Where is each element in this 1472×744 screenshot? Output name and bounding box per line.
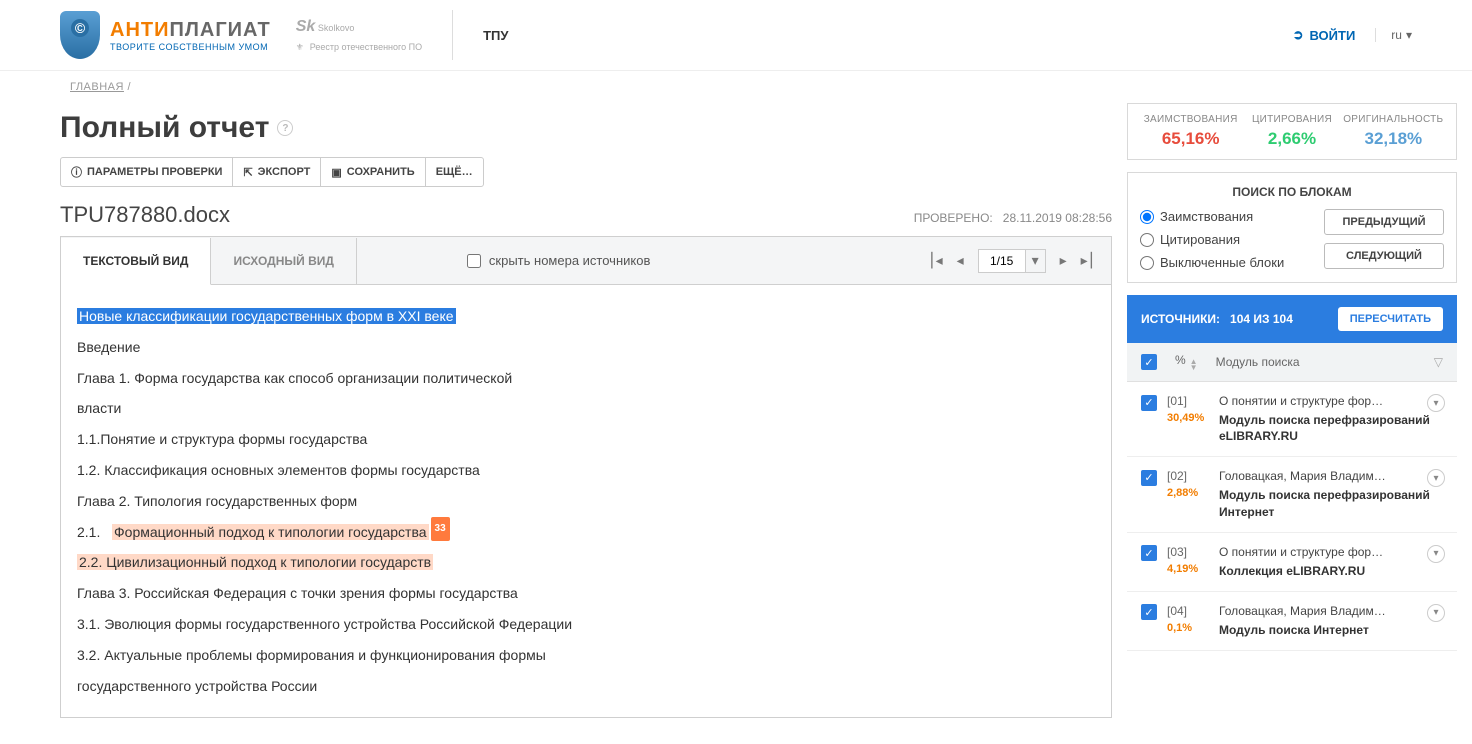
doc-line: Глава 3. Российская Федерация с точки зр… bbox=[77, 578, 1095, 609]
breadcrumb-home[interactable]: ГЛАВНАЯ bbox=[70, 81, 124, 93]
page-dropdown[interactable]: ▾ bbox=[1026, 249, 1046, 273]
check-params-button[interactable]: ⓘПАРАМЕТРЫ ПРОВЕРКИ bbox=[61, 158, 233, 186]
next-page-icon[interactable]: ▸ bbox=[1060, 252, 1067, 269]
breadcrumb: ГЛАВНАЯ / bbox=[0, 71, 1472, 103]
next-block-button[interactable]: СЛЕДУЮЩИЙ bbox=[1324, 243, 1444, 269]
more-button[interactable]: ЕЩЁ… bbox=[426, 158, 483, 186]
sources-header: ИСТОЧНИКИ: 104 ИЗ 104 ПЕРЕСЧИТАТЬ bbox=[1127, 295, 1457, 343]
doc-line: Новые классификации государственных форм… bbox=[77, 308, 456, 324]
source-checkbox[interactable]: ✓ bbox=[1141, 395, 1157, 411]
export-button[interactable]: ⇱ЭКСПОРТ bbox=[233, 158, 321, 186]
logo-anti: АНТИ bbox=[110, 19, 169, 41]
sort-percent[interactable]: %▲▼ bbox=[1175, 353, 1198, 371]
login-button[interactable]: ➲ ВОЙТИ bbox=[1293, 27, 1356, 43]
sort-icon: ▲▼ bbox=[1190, 359, 1198, 371]
toolbar: ⓘПАРАМЕТРЫ ПРОВЕРКИ ⇱ЭКСПОРТ ▣СОХРАНИТЬ … bbox=[60, 157, 484, 187]
select-all-checkbox[interactable]: ✓ bbox=[1141, 354, 1157, 370]
source-item[interactable]: ✓ [02]2,88% Головацкая, Мария Владими…Мо… bbox=[1127, 457, 1457, 532]
source-list: ✓ [01]30,49% О понятии и структуре форм…… bbox=[1127, 382, 1457, 651]
doc-line: 2.1. Формационный подход к типологии гос… bbox=[77, 517, 1095, 548]
logo-subtitle: ТВОРИТЕ СОБСТВЕННЫМ УМОМ bbox=[110, 42, 271, 52]
hide-source-numbers[interactable]: скрыть номера источников bbox=[467, 253, 650, 268]
document-body: Новые классификации государственных форм… bbox=[61, 285, 1111, 717]
language-selector[interactable]: ru ▾ bbox=[1375, 28, 1412, 42]
source-item[interactable]: ✓ [01]30,49% О понятии и структуре форм…… bbox=[1127, 382, 1457, 457]
save-icon: ▣ bbox=[331, 166, 341, 179]
partner-logos: Sk Skolkovo ⚜Реестр отечественного ПО bbox=[296, 18, 422, 53]
login-icon: ➲ bbox=[1293, 27, 1304, 43]
help-icon[interactable]: ? bbox=[277, 120, 293, 136]
column-module: Модуль поиска bbox=[1216, 355, 1300, 369]
logo[interactable]: АНТИПЛАГИАТ ТВОРИТЕ СОБСТВЕННЫМ УМОМ bbox=[60, 11, 271, 59]
doc-line: Глава 1. Форма государства как способ ор… bbox=[77, 363, 1095, 394]
shield-icon bbox=[60, 11, 100, 59]
doc-line: 3.1. Эволюция формы государственного уст… bbox=[77, 609, 1095, 640]
expand-source-icon[interactable]: ▾ bbox=[1427, 545, 1445, 563]
source-number-badge[interactable]: 33 bbox=[431, 517, 450, 541]
radio-borrowings[interactable]: Заимствования bbox=[1140, 209, 1312, 224]
source-item[interactable]: ✓ [04]0,1% Головацкая, Мария Владими…Мод… bbox=[1127, 592, 1457, 651]
prev-page-icon[interactable]: ◂ bbox=[957, 252, 964, 269]
doc-line: 1.2. Классификация основных элементов фо… bbox=[77, 455, 1095, 486]
checked-timestamp: ПРОВЕРЕНО:28.11.2019 08:28:56 bbox=[914, 211, 1112, 225]
sources-filter: ✓ %▲▼ Модуль поиска ▽ bbox=[1127, 343, 1457, 382]
export-icon: ⇱ bbox=[243, 166, 252, 179]
expand-source-icon[interactable]: ▾ bbox=[1427, 604, 1445, 622]
page-input[interactable] bbox=[978, 249, 1026, 273]
radio-disabled[interactable]: Выключенные блоки bbox=[1140, 255, 1312, 270]
pager: ⎮◂ ◂ ▾ ▸ ▸⎮ bbox=[928, 249, 1111, 273]
first-page-icon[interactable]: ⎮◂ bbox=[928, 252, 942, 269]
recalculate-button[interactable]: ПЕРЕСЧИТАТЬ bbox=[1338, 307, 1443, 331]
info-icon: ⓘ bbox=[71, 164, 82, 180]
doc-line: 3.2. Актуальные проблемы формирования и … bbox=[77, 640, 1095, 671]
stat-borrowings: ЗАИМСТВОВАНИЯ 65,16% bbox=[1140, 114, 1241, 149]
stat-citations: ЦИТИРОВАНИЯ 2,66% bbox=[1241, 114, 1342, 149]
logo-plagiat: ПЛАГИАТ bbox=[169, 19, 270, 41]
block-search-title: ПОИСК ПО БЛОКАМ bbox=[1140, 185, 1444, 199]
stat-originality: ОРИГИНАЛЬНОСТЬ 32,18% bbox=[1343, 114, 1444, 149]
source-checkbox[interactable]: ✓ bbox=[1141, 470, 1157, 486]
doc-line: Введение bbox=[77, 332, 1095, 363]
tab-source-view[interactable]: ИСХОДНЫЙ ВИД bbox=[211, 238, 356, 284]
doc-line: Глава 2. Типология государственных форм bbox=[77, 486, 1095, 517]
radio-citations[interactable]: Цитирования bbox=[1140, 232, 1312, 247]
prev-block-button[interactable]: ПРЕДЫДУЩИЙ bbox=[1324, 209, 1444, 235]
filename: TPU787880.docx bbox=[60, 202, 230, 228]
doc-line: государственного устройства России bbox=[77, 671, 1095, 702]
expand-source-icon[interactable]: ▾ bbox=[1427, 394, 1445, 412]
doc-line: власти bbox=[77, 393, 1095, 424]
page-title: Полный отчет ? bbox=[60, 103, 1112, 157]
emblem-icon: ⚜ bbox=[296, 42, 304, 53]
registry-label: Реестр отечественного ПО bbox=[310, 42, 422, 52]
doc-line: 2.2. Цивилизационный подход к типологии … bbox=[77, 547, 1095, 578]
hide-sources-checkbox[interactable] bbox=[467, 254, 481, 268]
block-search: ПОИСК ПО БЛОКАМ Заимствования Цитировани… bbox=[1127, 172, 1457, 283]
last-page-icon[interactable]: ▸⎮ bbox=[1081, 252, 1095, 269]
org-name: ТПУ bbox=[483, 28, 508, 43]
app-header: АНТИПЛАГИАТ ТВОРИТЕ СОБСТВЕННЫМ УМОМ Sk … bbox=[0, 0, 1472, 71]
chevron-down-icon: ▾ bbox=[1406, 28, 1412, 42]
skolkovo-icon: Sk bbox=[296, 18, 316, 35]
save-button[interactable]: ▣СОХРАНИТЬ bbox=[321, 158, 425, 186]
divider bbox=[452, 10, 453, 60]
doc-line: 1.1.Понятие и структура формы государств… bbox=[77, 424, 1095, 455]
tab-text-view[interactable]: ТЕКСТОВЫЙ ВИД bbox=[61, 238, 211, 285]
source-item[interactable]: ✓ [03]4,19% О понятии и структуре форм…К… bbox=[1127, 533, 1457, 592]
source-checkbox[interactable]: ✓ bbox=[1141, 545, 1157, 561]
funnel-icon[interactable]: ▽ bbox=[1434, 355, 1443, 369]
document-panel: ТЕКСТОВЫЙ ВИД ИСХОДНЫЙ ВИД скрыть номера… bbox=[60, 236, 1112, 718]
source-checkbox[interactable]: ✓ bbox=[1141, 604, 1157, 620]
stats-box: ЗАИМСТВОВАНИЯ 65,16% ЦИТИРОВАНИЯ 2,66% О… bbox=[1127, 103, 1457, 160]
